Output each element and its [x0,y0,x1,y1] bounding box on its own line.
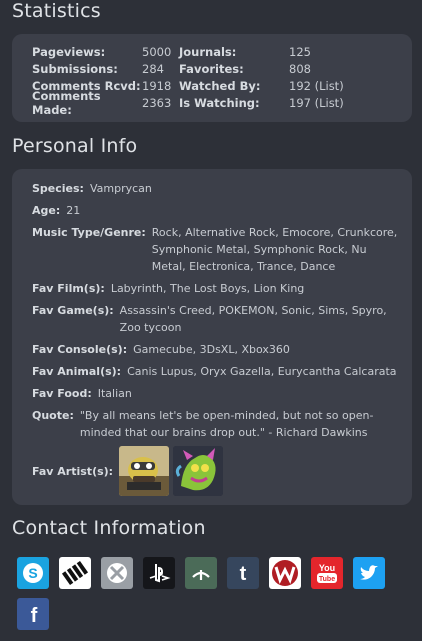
info-label: Fav Food: [32,387,92,400]
svg-text:You: You [319,563,335,573]
artist-avatar[interactable] [119,446,170,496]
info-row-species: Species: Vamprycan [32,180,398,197]
info-value: Gamecube, 3DsXL, Xbox360 [133,343,290,356]
info-label: Fav Animal(s): [32,365,122,378]
watched-by-link[interactable]: 192 (List) [289,79,409,93]
personal-info-card: Species: Vamprycan Age: 21 Music Type/Ge… [12,169,412,505]
info-value: Assassin's Creed, POKEMON, Sonic, Sims, … [119,304,387,334]
info-value: "By all means let's be open-minded, but … [79,409,374,439]
is-watching-link[interactable]: 197 (List) [289,96,409,110]
stat-label: Journals: [179,44,237,59]
stats-row: Comments Made: 2363 Is Watching: 197 (Li… [32,89,412,117]
stat-value: 5000 [142,44,172,59]
info-row-food: Fav Food: Italian [32,385,398,402]
stat-value: 808 [289,61,311,76]
tumblr-icon[interactable]: t [227,557,259,589]
info-label: Fav Console(s): [32,343,128,356]
info-label: Species: [32,182,84,195]
svg-text:Tube: Tube [319,576,335,583]
skype-icon[interactable]: S [17,557,49,589]
statistics-card: Pageviews: 5000 Journals: 125 Submission… [12,34,412,122]
svg-text:S: S [28,565,37,581]
playstation-icon[interactable] [143,557,175,589]
stat-label: Comments Made: [32,88,101,117]
svg-text:t: t [240,563,247,585]
contact-title: Contact Information [12,517,206,539]
info-value: Labyrinth, The Lost Boys, Lion King [110,282,305,295]
stat-label: Pageviews: [32,44,106,59]
info-row-films: Fav Film(s): Labyrinth, The Lost Boys, L… [32,280,398,297]
info-value: Vamprycan [89,182,152,195]
info-value: 21 [66,204,81,217]
info-label: Fav Film(s): [32,282,105,295]
statistics-title: Statistics [12,0,101,22]
artist-avatar[interactable] [173,446,224,496]
info-row-games: Fav Game(s): Assassin's Creed, POKEMON, … [32,302,398,336]
svg-text:f: f [31,605,38,626]
info-label: Quote: [32,409,74,422]
info-row-music: Music Type/Genre: Rock, Alternative Rock… [32,224,398,275]
info-value: Canis Lupus, Oryx Gazella, Eurycantha Ca… [127,365,397,378]
info-row-quote: Quote: "By all means let's be open-minde… [32,407,398,441]
stat-label: Submissions: [32,61,118,76]
info-label: Age: [32,204,61,217]
facebook-icon[interactable]: f [17,598,49,630]
info-row-animals: Fav Animal(s): Canis Lupus, Oryx Gazella… [32,363,398,380]
info-row-consoles: Fav Console(s): Gamecube, 3DsXL, Xbox360 [32,341,398,358]
artist-avatar-image [119,446,170,496]
artist-avatar-image [173,446,224,496]
imvu-icon[interactable] [59,557,91,589]
stat-label: Favorites: [179,61,244,76]
stat-value: 1918 [142,78,172,93]
stat-value: 284 [142,61,164,76]
youtube-icon[interactable]: You Tube [311,557,343,589]
info-label: Fav Game(s): [32,304,114,317]
stat-value: 125 [289,44,311,59]
deviantart-icon[interactable] [185,557,217,589]
stats-row: Pageviews: 5000 Journals: 125 [32,43,412,60]
stat-label: Is Watching: [179,95,260,110]
stat-value: 2363 [142,95,172,110]
xbox-icon[interactable] [101,557,133,589]
info-label: Fav Artist(s): [32,464,114,478]
stat-label: Watched By: [179,78,261,93]
info-row-artists: Fav Artist(s): [32,446,398,496]
personal-info-title: Personal Info [12,135,138,157]
twitter-icon[interactable] [353,557,385,589]
info-value: Italian [97,387,132,400]
info-value: Rock, Alternative Rock, Emocore, Crunkco… [151,226,398,273]
info-label: Music Type/Genre: [32,226,146,239]
info-row-age: Age: 21 [32,202,398,219]
stats-row: Submissions: 284 Favorites: 808 [32,60,412,77]
webs-icon[interactable] [269,557,301,589]
